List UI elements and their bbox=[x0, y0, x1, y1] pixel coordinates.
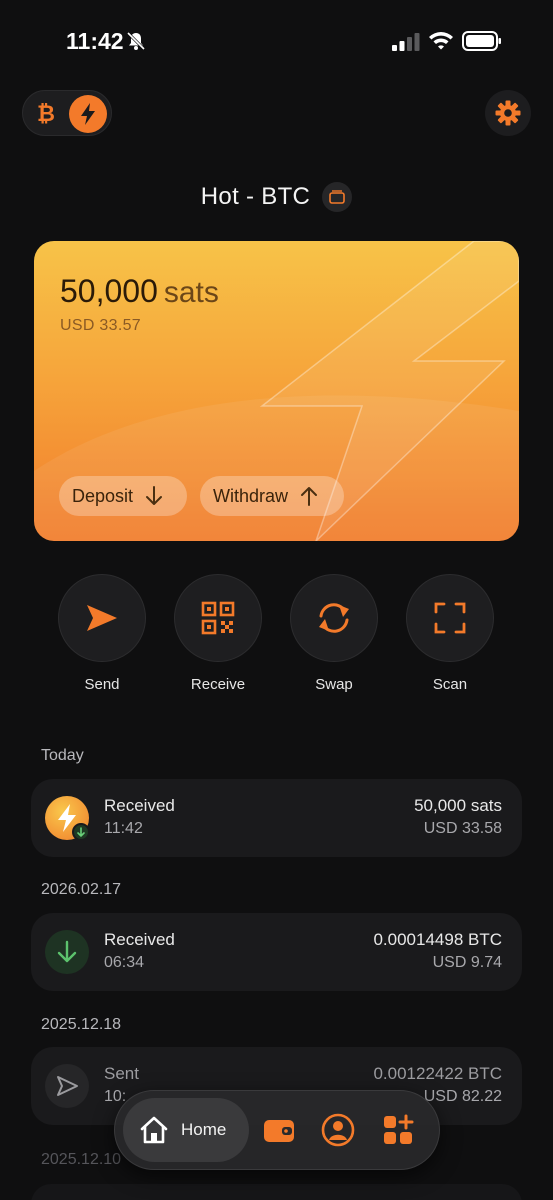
wallet-switch-button[interactable] bbox=[322, 182, 353, 212]
transaction-row[interactable]: Received 11:42 50,000 sats USD 33.58 bbox=[31, 779, 522, 857]
status-time: 11:42 bbox=[66, 28, 124, 54]
scan-circle[interactable] bbox=[406, 574, 494, 662]
balance-amount: 50,000 sats bbox=[60, 273, 219, 310]
cellular-signal-icon bbox=[392, 33, 420, 51]
balance-unit: sats bbox=[163, 276, 219, 309]
transaction-fiat: USD 82.22 bbox=[423, 1088, 502, 1105]
wallet-header: Hot - BTC bbox=[0, 180, 553, 214]
network-toggle[interactable]: ₿ bbox=[22, 90, 112, 136]
nav-home-label: Home bbox=[181, 1120, 227, 1139]
transaction-amount: 0.00122422 BTC bbox=[373, 1064, 502, 1083]
home-icon bbox=[140, 1116, 168, 1144]
lightning-received-icon bbox=[45, 796, 90, 841]
withdraw-button[interactable]: Withdraw bbox=[200, 476, 344, 516]
bitcoin-icon[interactable]: ₿ bbox=[33, 100, 59, 126]
send-icon bbox=[87, 605, 117, 631]
nav-apps-tab[interactable] bbox=[381, 1113, 415, 1147]
balance-card: 50,000 sats USD 33.57 Deposit Withdraw bbox=[34, 241, 519, 541]
arrow-up-icon bbox=[301, 487, 318, 506]
section-date: 2025.12.10 bbox=[41, 1151, 122, 1168]
send-label: Send bbox=[84, 676, 120, 693]
wallet-icon bbox=[264, 1120, 294, 1142]
arrow-down-icon bbox=[146, 486, 163, 505]
deposit-button[interactable]: Deposit bbox=[59, 476, 187, 516]
bottom-navigation: Home bbox=[114, 1090, 440, 1170]
settings-button[interactable] bbox=[485, 90, 531, 136]
transaction-amount: 0.00014498 BTC bbox=[373, 930, 502, 949]
transaction-time: 06:34 bbox=[104, 954, 145, 971]
section-date-today: Today bbox=[41, 747, 84, 764]
transaction-fiat: USD 9.74 bbox=[432, 954, 502, 971]
bell-muted-icon bbox=[126, 31, 146, 51]
receive-button[interactable]: Receive bbox=[173, 574, 263, 693]
transaction-type: Received bbox=[104, 796, 175, 815]
user-circle-icon bbox=[321, 1113, 355, 1147]
arrow-down-received-icon bbox=[45, 930, 89, 974]
status-bar: 11:42 bbox=[0, 0, 553, 80]
receive-circle[interactable] bbox=[174, 574, 262, 662]
action-bar: Send Receive Swap Scan bbox=[0, 574, 553, 694]
swap-circle[interactable] bbox=[290, 574, 378, 662]
transaction-type: Sent bbox=[104, 1064, 139, 1083]
balance-fiat: USD 33.57 bbox=[60, 317, 141, 334]
swap-icon bbox=[319, 603, 349, 633]
nav-home-tab[interactable]: Home bbox=[123, 1098, 249, 1162]
swap-label: Swap bbox=[315, 676, 353, 693]
swap-button[interactable]: Swap bbox=[289, 574, 379, 693]
withdraw-label: Withdraw bbox=[213, 485, 289, 506]
send-button[interactable]: Send bbox=[57, 574, 147, 693]
wifi-icon bbox=[429, 32, 453, 50]
transaction-fiat: USD 33.58 bbox=[423, 820, 502, 837]
wallet-name[interactable]: Hot - BTC bbox=[201, 183, 310, 211]
lightning-icon[interactable] bbox=[69, 95, 107, 133]
gear-icon bbox=[495, 100, 521, 126]
receive-label: Receive bbox=[190, 676, 246, 693]
transaction-amount: 50,000 sats bbox=[414, 796, 502, 815]
deposit-label: Deposit bbox=[72, 485, 134, 506]
send-circle[interactable] bbox=[58, 574, 146, 662]
section-date: 2025.12.18 bbox=[41, 1016, 122, 1033]
apps-grid-icon bbox=[384, 1114, 414, 1144]
scan-button[interactable]: Scan bbox=[405, 574, 495, 693]
wallet-icon bbox=[329, 190, 345, 204]
nav-profile-tab[interactable] bbox=[321, 1113, 355, 1147]
svg-text:₿: ₿ bbox=[37, 102, 55, 126]
scan-label: Scan bbox=[432, 676, 468, 693]
transaction-row[interactable] bbox=[31, 1184, 522, 1200]
transaction-time: 11:42 bbox=[104, 820, 143, 837]
balance-value: 50,000 bbox=[60, 273, 158, 309]
scan-frame-icon bbox=[434, 602, 466, 634]
nav-wallet-tab[interactable] bbox=[262, 1113, 296, 1147]
send-outgoing-icon bbox=[45, 1064, 89, 1108]
battery-icon bbox=[462, 31, 501, 51]
transaction-type: Received bbox=[104, 930, 175, 949]
qr-code-icon bbox=[201, 601, 235, 635]
section-date: 2026.02.17 bbox=[41, 881, 122, 898]
transaction-row[interactable]: Received 06:34 0.00014498 BTC USD 9.74 bbox=[31, 913, 522, 991]
